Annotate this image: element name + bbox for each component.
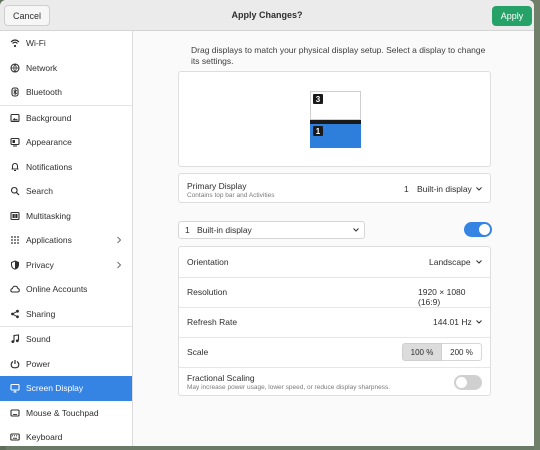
sidebar-item-label: Online Accounts: [26, 284, 88, 295]
settings-window: Cancel Apply Changes? Apply Wi-Fi Networ…: [0, 0, 534, 446]
primary-display-number: 1: [404, 184, 409, 194]
sidebar-item-appearance[interactable]: Appearance: [0, 130, 132, 155]
sidebar-item-label: Background: [26, 112, 72, 123]
scale-100-button[interactable]: 100 %: [402, 343, 442, 361]
sidebar-item-keyboard[interactable]: Keyboard: [0, 425, 132, 446]
scale-200-button[interactable]: 200 %: [442, 343, 482, 361]
primary-display-row[interactable]: Primary Display Contains top bar and Act…: [178, 173, 491, 203]
toggle-knob: [456, 377, 467, 388]
chevron-down-icon: [353, 228, 359, 232]
chevron-down-icon: [476, 320, 482, 324]
sidebar-item-label: Wi-Fi: [26, 38, 46, 49]
background-icon: [10, 113, 20, 123]
refresh-rate-value: 144.01 Hz: [433, 317, 472, 327]
primary-display-value: Built-in display: [417, 184, 472, 194]
sidebar-item-bluetooth[interactable]: Bluetooth: [0, 80, 132, 105]
monitor-3-badge: 3: [313, 94, 323, 104]
primary-display-label: Primary Display: [187, 181, 247, 191]
orientation-row[interactable]: Orientation Landscape: [179, 247, 490, 277]
refresh-rate-row[interactable]: Refresh Rate 144.01 Hz: [179, 308, 490, 337]
sidebar-item-sharing[interactable]: Sharing: [0, 302, 132, 327]
chevron-right-icon: [117, 261, 122, 268]
share-icon: [10, 309, 20, 319]
toggle-knob: [479, 224, 490, 235]
bell-icon: [10, 162, 20, 172]
sidebar-item-label: Sound: [26, 334, 51, 345]
sidebar-item-multitasking[interactable]: Multitasking: [0, 204, 132, 229]
network-icon: [10, 63, 20, 73]
sidebar: Wi-Fi Network Bluetooth Background Appea…: [0, 31, 133, 446]
sidebar-item-privacy[interactable]: Privacy: [0, 253, 132, 278]
sidebar-item-label: Multitasking: [26, 210, 71, 221]
sidebar-item-notifications[interactable]: Notifications: [0, 155, 132, 180]
music-note-icon: [10, 334, 20, 344]
sidebar-item-label: Appearance: [26, 137, 72, 148]
sidebar-item-label: Network: [26, 62, 58, 73]
sidebar-item-label: Applications: [26, 235, 72, 246]
chevron-right-icon: [117, 236, 122, 244]
sidebar-item-screen-display[interactable]: Screen Display: [0, 376, 132, 401]
display-settings-panel: Drag displays to match your physical dis…: [134, 31, 534, 446]
search-icon: [10, 186, 20, 196]
orientation-value: Landscape: [429, 257, 471, 267]
apply-button[interactable]: Apply: [492, 6, 532, 26]
resolution-label: Resolution: [187, 287, 228, 297]
display-selector-dropdown[interactable]: 1 Built-in display: [178, 221, 365, 239]
scale-button-group: 100 % 200 %: [402, 343, 482, 361]
sidebar-item-wifi[interactable]: Wi-Fi: [0, 31, 132, 56]
sidebar-item-label: Sharing: [26, 308, 56, 319]
monitor-1-badge: 1: [313, 126, 323, 136]
sidebar-item-mouse-touchpad[interactable]: Mouse & Touchpad: [0, 401, 132, 426]
desktop-background-right: [534, 0, 540, 450]
fractional-scaling-label: Fractional Scaling: [187, 373, 255, 383]
arrangement-description: Drag displays to match your physical dis…: [191, 45, 486, 66]
sidebar-item-network[interactable]: Network: [0, 56, 132, 81]
sidebar-item-label: Power: [26, 358, 51, 369]
mouse-icon: [10, 408, 20, 418]
multitasking-icon: [10, 211, 20, 221]
sidebar-item-label: Privacy: [26, 259, 54, 270]
display-settings-card: Orientation Landscape Resolution 1920 × …: [178, 246, 491, 396]
sidebar-item-label: Screen Display: [26, 383, 84, 394]
keyboard-icon: [10, 432, 20, 442]
chevron-down-icon: [476, 260, 482, 264]
chevron-down-icon: [476, 187, 482, 191]
resolution-row[interactable]: Resolution 1920 × 1080 (16:9): [179, 278, 490, 307]
scale-row: Scale 100 % 200 %: [179, 338, 490, 367]
fractional-scaling-toggle[interactable]: [454, 375, 482, 390]
dialog-title: Apply Changes?: [231, 10, 303, 20]
display-selector-value: Built-in display: [197, 225, 252, 235]
sidebar-item-search[interactable]: Search: [0, 179, 132, 204]
display-icon: [10, 383, 20, 393]
display-enabled-toggle[interactable]: [464, 222, 492, 237]
display-arrangement-area[interactable]: 3 1: [178, 71, 491, 167]
power-icon: [10, 359, 20, 369]
sidebar-item-power[interactable]: Power: [0, 352, 132, 377]
sidebar-item-applications[interactable]: Applications: [0, 228, 132, 253]
display-selector-number: 1: [185, 225, 190, 235]
sidebar-item-online-accounts[interactable]: Online Accounts: [0, 277, 132, 302]
orientation-label: Orientation: [187, 257, 229, 267]
sidebar-item-label: Notifications: [26, 161, 73, 172]
primary-display-sublabel: Contains top bar and Activities: [187, 192, 275, 199]
sidebar-item-label: Mouse & Touchpad: [26, 407, 99, 418]
sidebar-item-label: Bluetooth: [26, 87, 62, 98]
refresh-rate-label: Refresh Rate: [187, 317, 238, 327]
bluetooth-icon: [10, 87, 20, 97]
dialog-header: Cancel Apply Changes? Apply: [0, 0, 534, 31]
sidebar-item-label: Search: [26, 186, 53, 197]
privacy-icon: [10, 260, 20, 270]
scale-label: Scale: [187, 347, 209, 357]
sidebar-item-label: Keyboard: [26, 432, 63, 443]
sidebar-item-background[interactable]: Background: [0, 106, 132, 131]
fractional-scaling-sublabel: May increase power usage, lower speed, o…: [187, 384, 391, 391]
fractional-scaling-row[interactable]: Fractional Scaling May increase power us…: [179, 368, 490, 397]
appearance-icon: [10, 137, 20, 147]
cloud-icon: [10, 284, 20, 294]
wifi-icon: [10, 38, 20, 48]
resolution-value: 1920 × 1080 (16:9): [418, 287, 466, 307]
sidebar-item-sound[interactable]: Sound: [0, 327, 132, 352]
apps-grid-icon: [10, 235, 20, 245]
